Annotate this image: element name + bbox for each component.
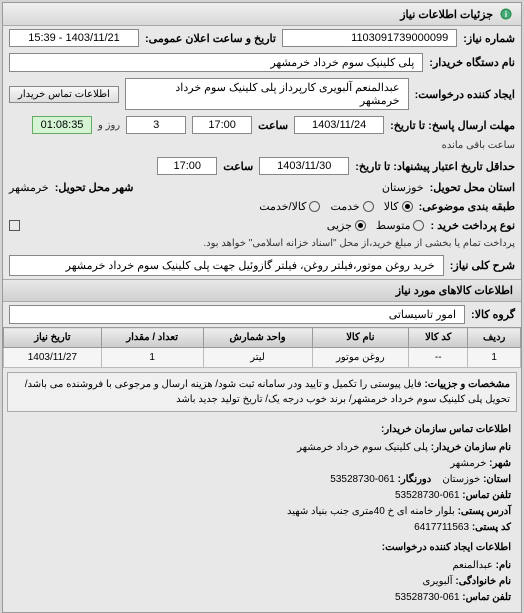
c-reqphone: 061-53528730 <box>395 592 460 603</box>
validity-date: 1403/11/30 <box>259 157 349 175</box>
c-org: پلی کلینیک سوم خرداد خرمشهر <box>297 442 428 453</box>
radio-service[interactable]: خدمت <box>330 200 373 213</box>
cell-row: 1 <box>468 348 521 368</box>
th-code: کد کالا <box>409 328 468 348</box>
th-row: ردیف <box>468 328 521 348</box>
treasury-checkbox[interactable] <box>9 220 20 231</box>
requester-value: عبدالمنعم آلبویری کارپرداز پلی کلینیک سو… <box>125 78 409 110</box>
goods-group-label: گروه کالا: <box>471 308 515 321</box>
timer-label: ساعت باقی مانده <box>442 140 515 151</box>
c-fax: 061-53528730 <box>330 474 395 485</box>
announce-label: تاریخ و ساعت اعلان عمومی: <box>145 32 276 45</box>
th-date: تاریخ نیاز <box>4 328 102 348</box>
radio-both-label: کالا/خدمت <box>259 200 306 213</box>
response-date: 1403/11/24 <box>294 116 384 134</box>
radio-icon <box>363 201 374 212</box>
cell-unit: لیتر <box>203 348 312 368</box>
details-box: مشخصات و جزییات: فایل پیوستی را تکمیل و … <box>7 372 517 412</box>
req-number-label: شماره نیاز: <box>463 32 515 45</box>
c-address-label: آدرس پستی: <box>458 506 511 517</box>
days-remaining: 3 <box>126 116 186 134</box>
c-city-label: شهر: <box>489 458 511 469</box>
radio-partial-label: جزیی <box>327 219 352 232</box>
days-label: روز و <box>98 120 120 131</box>
validity-label: حداقل تاریخ اعتبار پیشنهاد: تا تاریخ: <box>355 160 515 173</box>
delivery-city-label: شهر محل تحویل: <box>55 181 134 194</box>
subject-radio-group: کالا خدمت کالا/خدمت <box>259 200 412 213</box>
payment-note: پرداخت تمام یا بخشی از مبلغ خرید،از محل … <box>203 238 515 249</box>
c-city: خرمشهر <box>450 458 486 469</box>
requester-label: ایجاد کننده درخواست: <box>415 88 515 101</box>
purchase-radio-group: متوسط جزیی <box>327 219 425 232</box>
countdown-timer: 01:08:35 <box>32 116 92 134</box>
description-text: خرید روغن موتور،فیلتر روغن، فیلتر گازوئی… <box>9 255 444 276</box>
radio-medium-label: متوسط <box>376 219 411 232</box>
panel-title: جزئیات اطلاعات نیاز <box>400 8 493 21</box>
th-unit: واحد شمارش <box>203 328 312 348</box>
contact-heading: اطلاعات تماس سازمان خریدار: <box>13 422 511 438</box>
buyer-org-label: نام دستگاه خریدار: <box>429 56 515 69</box>
c-org-label: نام سازمان خریدار: <box>431 442 511 453</box>
cell-date: 1403/11/27 <box>4 348 102 368</box>
c-address: بلوار خامنه ای خ 40متری جنب بنیاد شهید <box>287 506 455 517</box>
c-state-label: استان: <box>483 474 511 485</box>
goods-group-value: امور تاسیساتی <box>9 305 465 324</box>
goods-section-heading: اطلاعات کالاهای مورد نیاز <box>3 279 521 302</box>
radio-icon <box>413 220 424 231</box>
radio-icon <box>402 201 413 212</box>
c-postal-label: کد پستی: <box>472 522 511 533</box>
req-number-value: 1103091739000099 <box>282 29 457 47</box>
c-state: خوزستان <box>442 474 480 485</box>
th-name: نام کالا <box>312 328 409 348</box>
goods-table: ردیف کد کالا نام کالا واحد شمارش تعداد /… <box>3 327 521 368</box>
c-family-label: نام خانوادگی: <box>455 576 511 587</box>
radio-service-label: خدمت <box>330 200 359 213</box>
c-reqphone-label: تلفن تماس: <box>462 592 511 603</box>
delivery-state: خوزستان <box>382 181 424 194</box>
response-deadline-label: مهلت ارسال پاسخ: تا تاریخ: <box>390 119 515 132</box>
c-family: آلبویری <box>422 576 452 587</box>
th-qty: تعداد / مقدار <box>101 328 203 348</box>
c-name-label: نام: <box>496 560 511 571</box>
radio-both[interactable]: کالا/خدمت <box>259 200 320 213</box>
cell-code: -- <box>409 348 468 368</box>
radio-icon <box>309 201 320 212</box>
time-label-2: ساعت <box>223 160 253 173</box>
c-postal: 6417711563 <box>414 522 469 533</box>
description-label: شرح کلی نیاز: <box>450 259 515 272</box>
c-name: عبدالمنعم <box>453 560 493 571</box>
radio-icon <box>355 220 366 231</box>
radio-goods-label: کالا <box>384 200 399 213</box>
details-label: مشخصات و جزییات: <box>424 379 510 390</box>
radio-partial[interactable]: جزیی <box>327 219 366 232</box>
announce-value: 1403/11/21 - 15:39 <box>9 29 139 47</box>
cell-name: روغن موتور <box>312 348 409 368</box>
c-fax-label: دورنگار: <box>398 474 432 485</box>
radio-medium[interactable]: متوسط <box>376 219 425 232</box>
validity-time: 17:00 <box>157 157 217 175</box>
contact-section: اطلاعات تماس سازمان خریدار: نام سازمان خ… <box>3 416 521 612</box>
delivery-state-label: استان محل تحویل: <box>430 181 515 194</box>
buyer-org-value: پلی کلینیک سوم خرداد خرمشهر <box>9 53 423 72</box>
subject-type-label: طبقه بندی موضوعی: <box>419 200 515 213</box>
cell-qty: 1 <box>101 348 203 368</box>
radio-goods[interactable]: کالا <box>384 200 413 213</box>
purchase-type-label: نوع پرداخت خرید : <box>430 219 515 232</box>
response-time: 17:00 <box>192 116 252 134</box>
delivery-city: خرمشهر <box>9 181 49 194</box>
panel-header: i جزئیات اطلاعات نیاز <box>3 3 521 26</box>
svg-text:i: i <box>505 10 507 19</box>
time-label-1: ساعت <box>258 119 288 132</box>
table-row: 1 -- روغن موتور لیتر 1 1403/11/27 <box>4 348 521 368</box>
info-icon: i <box>499 7 513 21</box>
buyer-contact-button[interactable]: اطلاعات تماس خریدار <box>9 86 119 103</box>
c-phone: 061-53528730 <box>395 490 460 501</box>
c-phone-label: تلفن تماس: <box>462 490 511 501</box>
requester-heading: اطلاعات ایجاد کننده درخواست: <box>13 540 511 556</box>
